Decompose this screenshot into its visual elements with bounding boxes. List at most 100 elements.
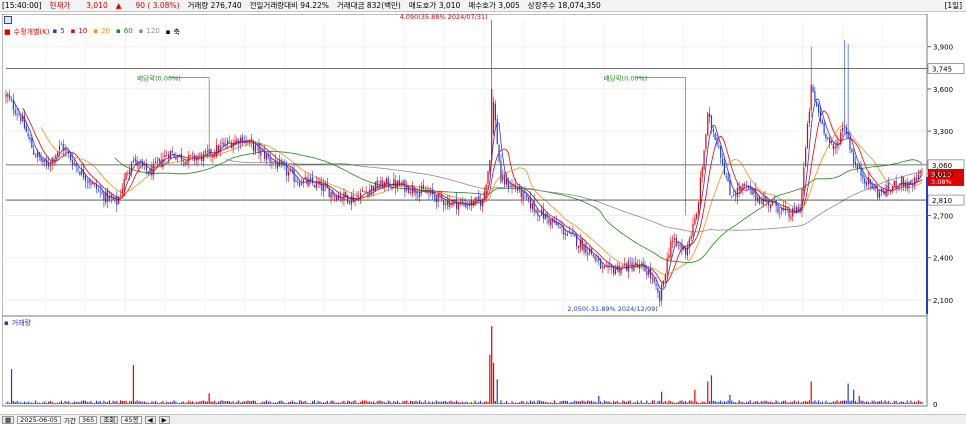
volume-bar (782, 400, 785, 404)
candle-body (212, 154, 214, 158)
volume-bar (614, 401, 617, 404)
chart-type-icon[interactable] (4, 16, 12, 24)
volume-bar (86, 401, 88, 404)
candle-body (817, 104, 820, 113)
candle-body (915, 177, 918, 180)
zoom-field[interactable]: 45봉 (121, 415, 142, 424)
volume-bar (450, 400, 452, 404)
volume-bar (361, 400, 364, 404)
candle-body (95, 183, 98, 189)
volume-bar (629, 400, 631, 404)
ma-legend-item[interactable]: ▪ 10 (71, 27, 91, 37)
candle-body (201, 154, 203, 162)
time-axis-label: 05 (365, 407, 374, 408)
volume-bar (566, 400, 569, 404)
chart-area[interactable]: 3,745 3,060 2,810 3,010 3.08% 3,900 3,600 3,30… (2, 14, 966, 408)
candle-body (415, 191, 417, 195)
bid-price: 매수호가 3,005 (468, 0, 520, 10)
candle-body (215, 145, 218, 156)
candle-body (123, 178, 125, 190)
candle-body (443, 200, 445, 205)
candle-body (315, 181, 317, 188)
volume-bar (721, 402, 724, 404)
period-indicator[interactable]: [1일] (944, 0, 962, 12)
candle-body (330, 191, 332, 199)
candle-body (622, 265, 624, 267)
stock-chart[interactable]: 3,7453,0602,8103,0103.08% 3,9003,6003,30… (2, 14, 966, 408)
period-field[interactable]: 365 (78, 415, 98, 424)
candle-body (864, 178, 866, 184)
volume-bar (612, 400, 615, 404)
ma-legend-item[interactable]: ▪ 120 (139, 27, 163, 37)
candle-body (243, 141, 245, 143)
volume-bar (232, 401, 234, 404)
volume-bar (424, 400, 426, 404)
candle-body (352, 195, 354, 203)
volume-bar (781, 401, 783, 404)
volume-bar (841, 400, 844, 404)
candle-body (806, 123, 809, 149)
volume-bar (404, 400, 406, 404)
volume-bar (16, 401, 18, 404)
candle-body (36, 152, 38, 157)
volume-bar (378, 400, 380, 404)
volume-legend-label[interactable]: 거래량 (12, 318, 31, 328)
volume-bar (352, 401, 354, 404)
volume-bar (577, 401, 580, 404)
volume-bar (114, 401, 116, 404)
price-legend-label[interactable]: 수정개별(K) (14, 27, 50, 37)
volume-bar (258, 403, 260, 404)
candle-body (199, 154, 201, 156)
volume-bar (121, 400, 123, 404)
candle-body (906, 182, 908, 189)
candle-body (701, 167, 703, 177)
date-field[interactable]: 2025-06-05 (17, 415, 61, 424)
ma-legend-item[interactable]: ▪ 5 (52, 27, 67, 37)
volume-bar (901, 401, 903, 404)
candle-body (7, 93, 9, 97)
candle-body (114, 197, 116, 199)
volume-bar (697, 402, 700, 404)
candle-body (677, 244, 679, 246)
candle-body (31, 138, 33, 149)
volume-bar (40, 402, 42, 404)
candle-body (125, 172, 127, 180)
candle-body (470, 199, 472, 206)
candle-body (712, 129, 714, 132)
candle-body (308, 179, 310, 186)
candle-body (692, 223, 694, 237)
volume-bar (768, 401, 770, 404)
volume-bar (910, 400, 912, 404)
volume-bar (829, 402, 831, 404)
candle-body (9, 95, 11, 99)
volume-bar (454, 401, 456, 404)
volume-bar (167, 402, 170, 404)
candle-body (86, 181, 88, 183)
zoom-in-icon[interactable]: ▶ (158, 415, 170, 424)
volume-bar (766, 400, 768, 404)
ma-legend-item[interactable]: ▪ 축 (166, 27, 183, 37)
volume-bar (851, 400, 853, 404)
volume-bar (203, 400, 205, 404)
zoom-out-icon[interactable]: ◀ (144, 415, 156, 424)
volume-bar (557, 402, 559, 404)
volume-bar (254, 400, 256, 404)
candle-body (204, 151, 207, 154)
view-button[interactable]: 조회 (100, 415, 119, 424)
volume-bar (332, 400, 334, 404)
volume-bar (673, 402, 676, 404)
candle-body (577, 245, 580, 249)
candle-body (422, 184, 424, 190)
ma-legend-item[interactable]: ▪ 20 (93, 27, 113, 37)
time-axis-label: 04 (804, 407, 813, 408)
candle-body (164, 154, 166, 158)
candle-body (396, 181, 399, 188)
volume-bar (888, 400, 890, 404)
calendar-icon[interactable]: ▦ (2, 415, 15, 424)
ma-legend-item[interactable]: ▪ 60 (116, 27, 136, 37)
volume-bar (686, 402, 689, 404)
candle-body (461, 200, 463, 203)
volume-bar (897, 402, 899, 404)
candle-body (153, 163, 155, 175)
volume-bar (734, 402, 737, 404)
